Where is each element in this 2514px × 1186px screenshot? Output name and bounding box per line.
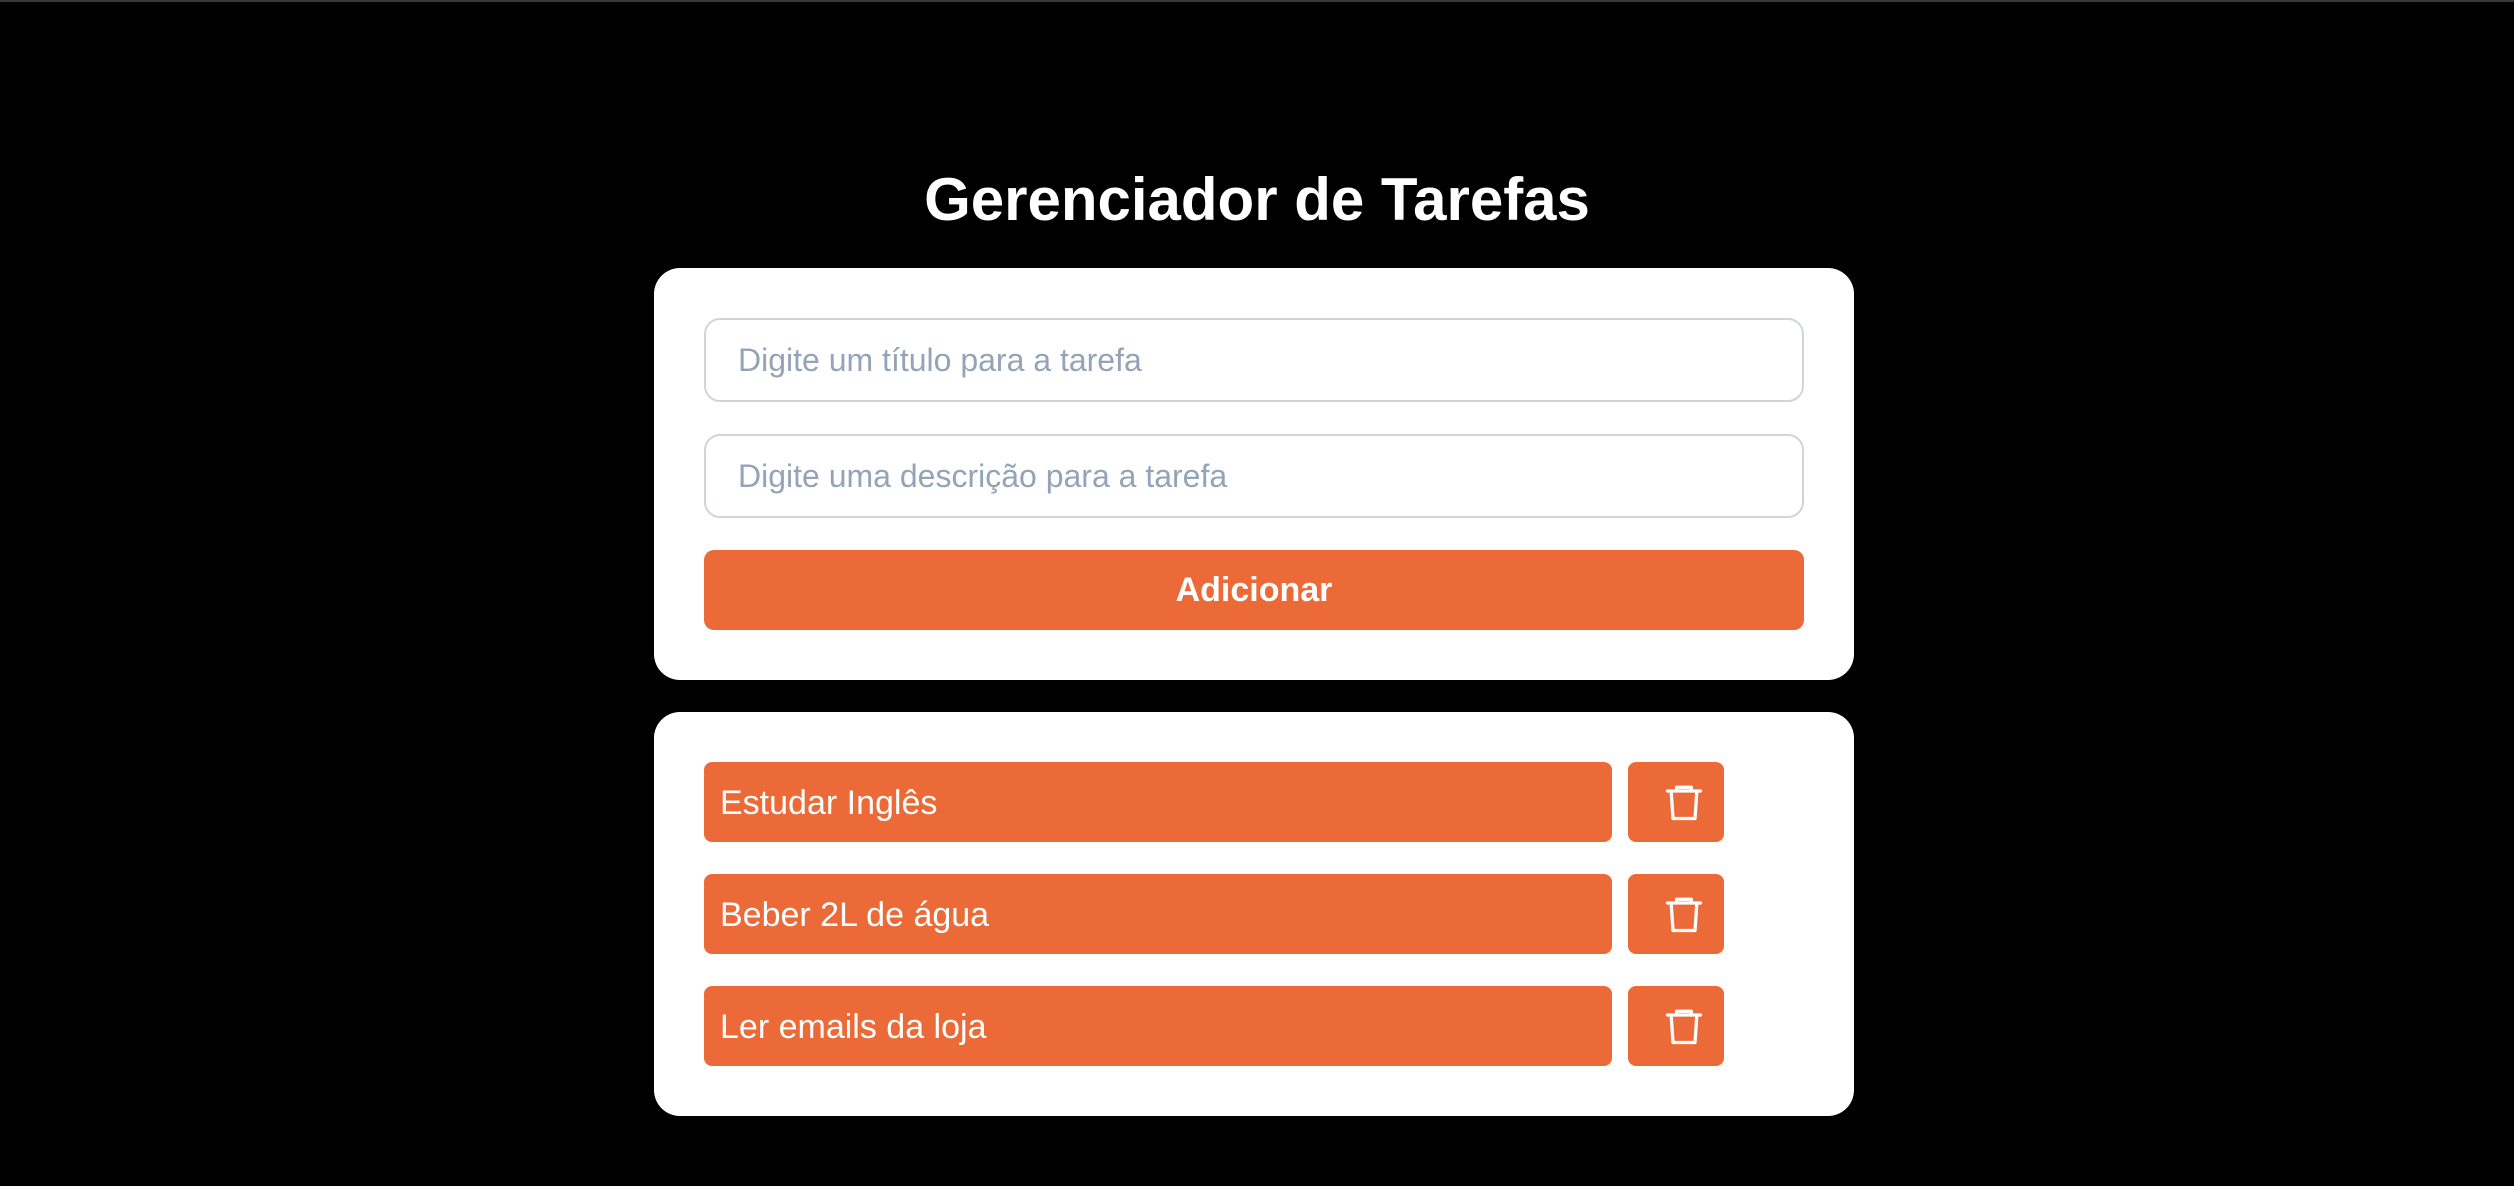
trash-icon [1665,1009,1703,1045]
trash-icon [1665,897,1703,933]
task-delete-button[interactable] [1644,986,1724,1066]
trash-icon [1665,785,1703,821]
task-title-input[interactable] [704,318,1804,402]
task-description-input[interactable] [704,434,1804,518]
task-row: Ler emails da loja [704,986,1804,1066]
task-list-card: Estudar Inglês Beber 2L de água Ler emai… [654,712,1854,1116]
task-delete-button[interactable] [1644,874,1724,954]
task-row: Estudar Inglês [704,762,1804,842]
task-title-button[interactable]: Ler emails da loja [704,986,1612,1066]
task-row: Beber 2L de água [704,874,1804,954]
task-form-card: Adicionar [654,268,1854,680]
task-title-button[interactable]: Beber 2L de água [704,874,1612,954]
task-delete-button[interactable] [1644,762,1724,842]
app-root: Gerenciador de Tarefas Adicionar Estudar… [0,0,2514,1186]
task-title-button[interactable]: Estudar Inglês [704,762,1612,842]
page-title: Gerenciador de Tarefas [924,166,1590,233]
add-task-button[interactable]: Adicionar [704,550,1804,630]
